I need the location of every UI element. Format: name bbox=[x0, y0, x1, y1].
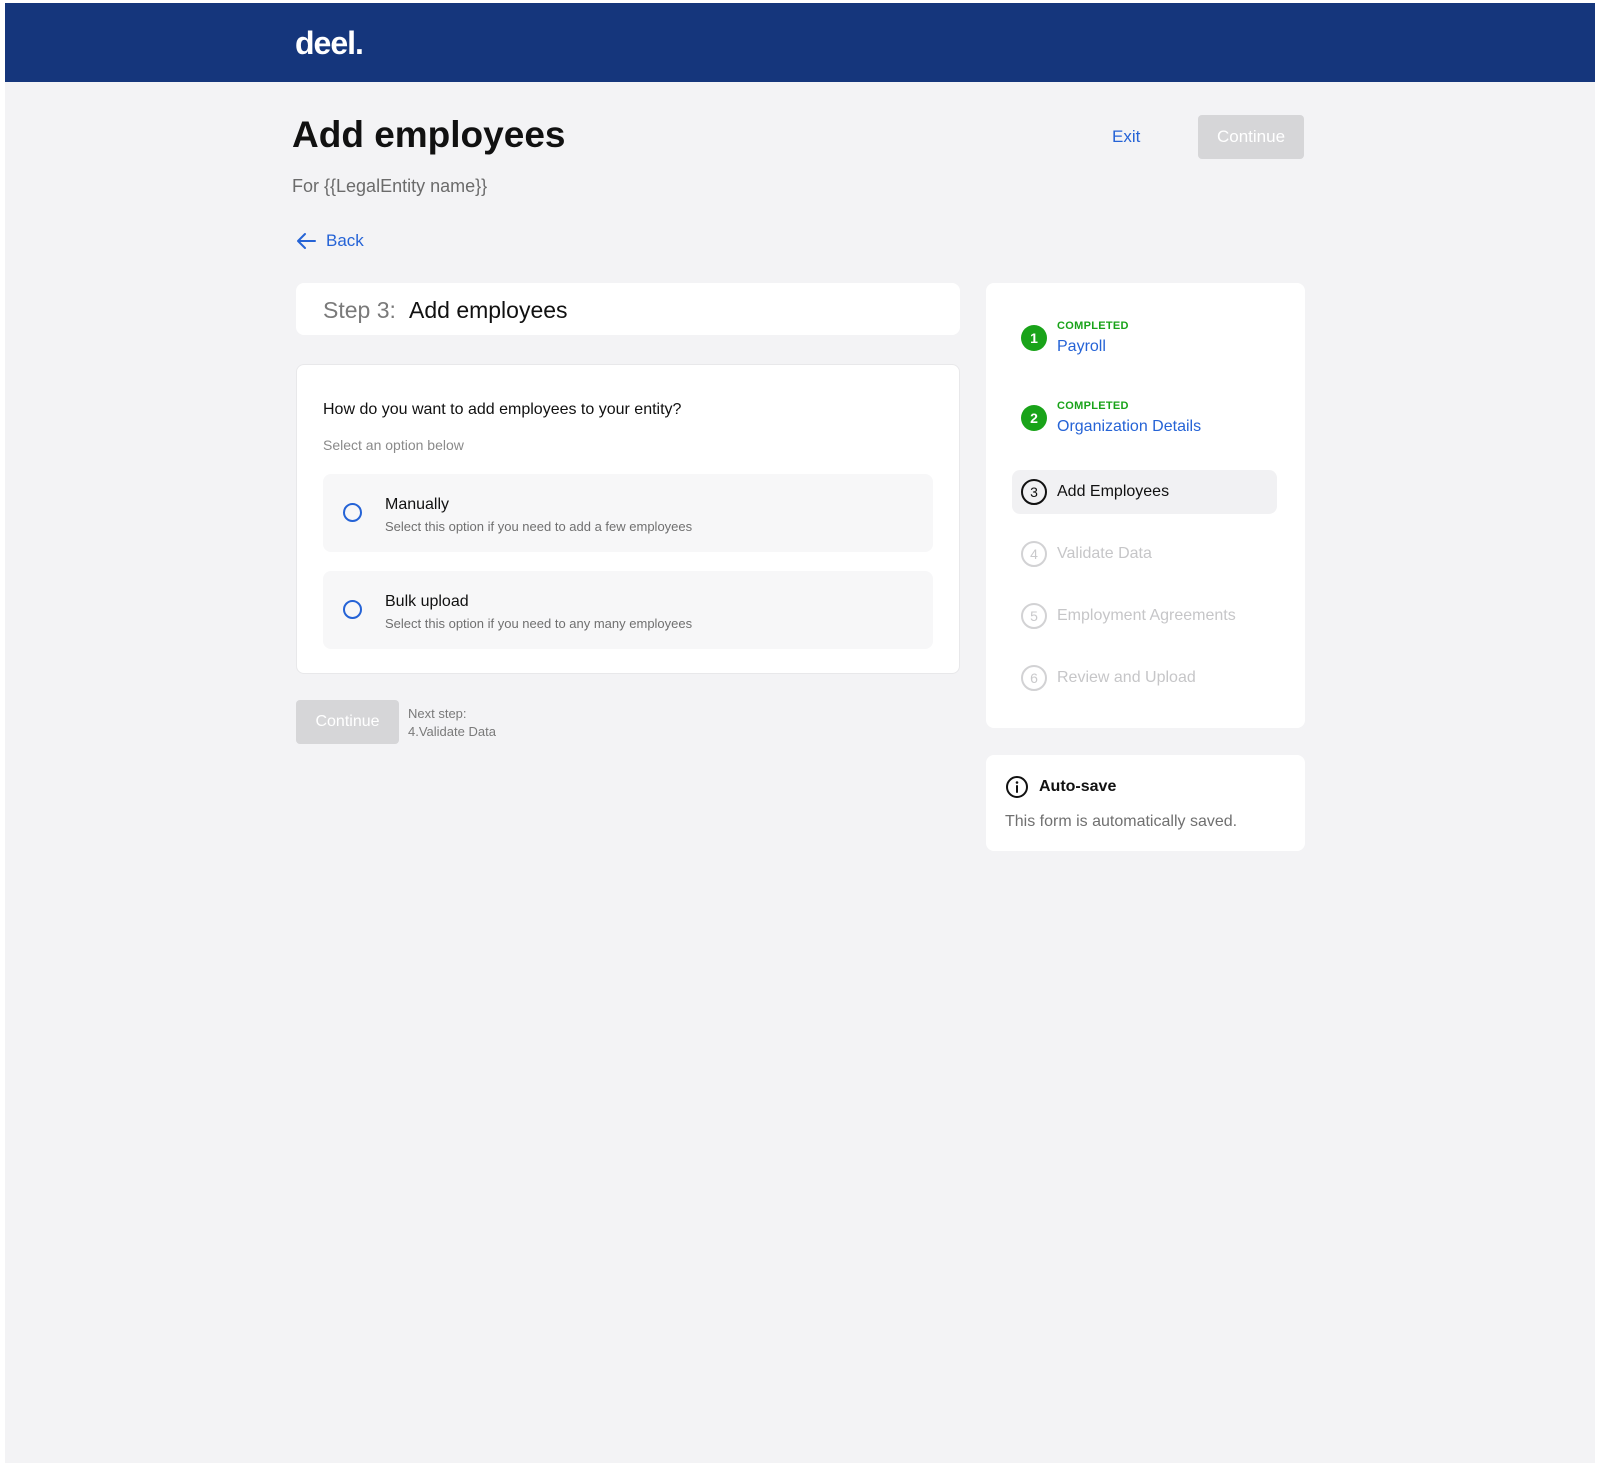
continue-button-top[interactable]: Continue bbox=[1198, 115, 1304, 159]
autosave-text: This form is automatically saved. bbox=[1005, 813, 1238, 830]
top-bar: deel. bbox=[5, 3, 1595, 82]
step-number-label: Step 3: bbox=[323, 297, 396, 323]
step-name: Add employees bbox=[409, 297, 568, 323]
option-title: Manually bbox=[385, 496, 450, 513]
step-circle: 6 bbox=[1021, 665, 1047, 691]
step-name: Employment Agreements bbox=[1057, 607, 1236, 624]
step-status: COMPLETED bbox=[1057, 400, 1129, 412]
step-circle: 3 bbox=[1021, 479, 1047, 505]
page-subtitle: For {{LegalEntity name}} bbox=[292, 176, 488, 196]
back-label: Back bbox=[326, 231, 364, 250]
exit-link[interactable]: Exit bbox=[1112, 127, 1140, 147]
step-check-circle: 1 bbox=[1021, 325, 1047, 351]
question-card: How do you want to add employees to your… bbox=[296, 364, 960, 674]
deel-logo[interactable]: deel. bbox=[295, 25, 364, 62]
step-name: Organization Details bbox=[1057, 418, 1202, 435]
question-hint: Select an option below bbox=[323, 437, 464, 453]
step-status: COMPLETED bbox=[1057, 320, 1129, 332]
step-header: Step 3: Add employees bbox=[296, 283, 960, 335]
step-name: Review and Upload bbox=[1057, 669, 1196, 686]
arrow-left-icon bbox=[297, 233, 316, 249]
option-manually[interactable]: Manually Select this option if you need … bbox=[323, 474, 933, 552]
next-step-info: Next step: 4.Validate Data bbox=[408, 705, 496, 741]
step-circle: 5 bbox=[1021, 603, 1047, 629]
option-description: Select this option if you need to add a … bbox=[385, 519, 693, 534]
autosave-title: Auto-save bbox=[1039, 778, 1117, 795]
radio-manually[interactable] bbox=[343, 503, 362, 522]
step-name: Payroll bbox=[1057, 338, 1106, 355]
question-text: How do you want to add employees to your… bbox=[323, 401, 682, 418]
step-name: Add Employees bbox=[1057, 483, 1170, 500]
back-link[interactable]: Back bbox=[296, 231, 364, 251]
step-check-circle: 2 bbox=[1021, 405, 1047, 431]
page-frame: deel. bbox=[5, 3, 1595, 1463]
option-description: Select this option if you need to any ma… bbox=[385, 616, 693, 631]
info-icon bbox=[1006, 776, 1028, 798]
radio-bulk-upload[interactable] bbox=[343, 600, 362, 619]
continue-button-bottom[interactable]: Continue bbox=[296, 700, 399, 744]
step-circle: 4 bbox=[1021, 541, 1047, 567]
next-step-label: Next step: bbox=[408, 706, 467, 721]
autosave-card: Auto-save This form is automatically sav… bbox=[986, 755, 1305, 851]
option-title: Bulk upload bbox=[385, 593, 469, 610]
step-name: Validate Data bbox=[1057, 545, 1152, 562]
next-step-value: 4.Validate Data bbox=[408, 724, 496, 739]
page-title: Add employees bbox=[292, 114, 566, 155]
option-bulk-upload[interactable]: Bulk upload Select this option if you ne… bbox=[323, 571, 933, 649]
progress-stepper: 1 COMPLETED Payroll 2 COMPLETED Organiza… bbox=[986, 283, 1305, 728]
